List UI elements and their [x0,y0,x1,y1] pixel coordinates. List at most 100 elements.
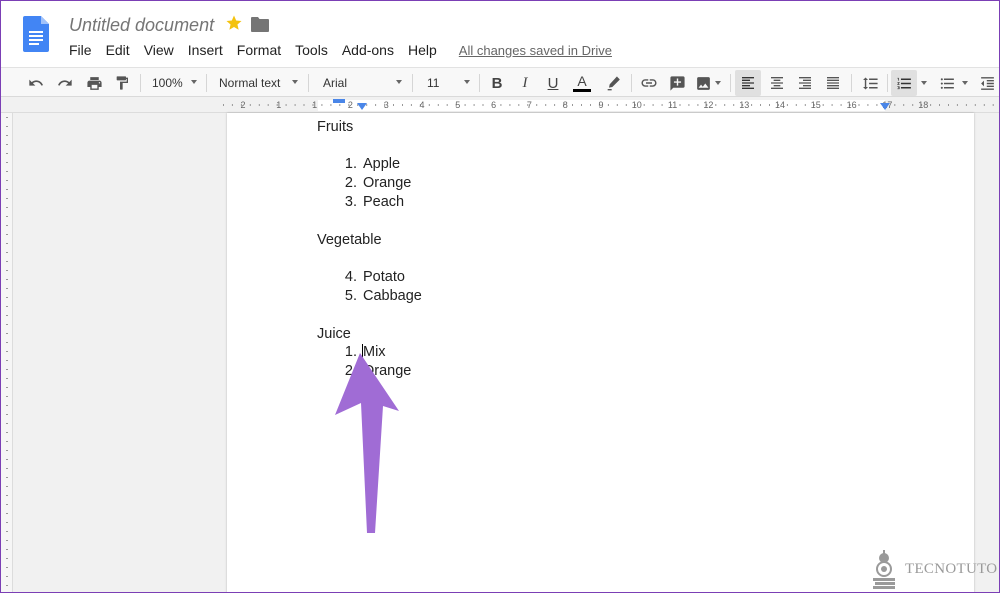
toolbar-divider [887,74,888,92]
section-heading-fruits[interactable]: Fruits [317,119,353,135]
chevron-down-icon [962,81,968,85]
list-item-number: 2. [344,175,357,191]
redo-icon [58,79,72,86]
align-right-button[interactable] [794,68,816,98]
list-item[interactable]: Cabbage [363,288,422,304]
ruler-label: 13 [739,100,749,110]
paint-format-button[interactable] [111,68,133,98]
ruler-label: 4 [419,100,424,110]
menu-view[interactable]: View [144,42,174,58]
justify-button[interactable] [822,68,844,98]
ruler-label: 1 [312,100,317,110]
style-value: Normal text [219,76,281,90]
chevron-down-icon [191,80,197,84]
zoom-value: 100% [152,76,183,90]
font-select[interactable]: Arial [323,68,402,98]
list-item[interactable]: Peach [363,194,404,210]
font-value: Arial [323,76,348,90]
horizontal-ruler[interactable]: 21123456789101112131415161718 [1,97,999,113]
save-status-link[interactable]: All changes saved in Drive [459,43,612,58]
line-spacing-icon [862,76,878,90]
menu-addons[interactable]: Add-ons [342,42,394,58]
menu-file[interactable]: File [69,42,92,58]
ruler-label: 10 [632,100,642,110]
highlight-button[interactable] [602,68,624,98]
redo-button[interactable] [54,68,76,98]
toolbar-divider [479,74,480,92]
list-item-number: 5. [344,288,357,304]
menu-format[interactable]: Format [237,42,281,58]
list-item[interactable]: Orange [363,175,411,191]
list-item[interactable]: Potato [363,269,405,285]
menu-edit[interactable]: Edit [106,42,130,58]
toolbar-divider [308,74,309,92]
document-title[interactable]: Untitled document [69,15,214,36]
decrease-indent-button[interactable] [976,68,998,98]
bulleted-list-options[interactable] [959,68,971,98]
font-size-select[interactable]: 11 [427,68,470,98]
line-spacing-button[interactable] [858,68,882,98]
insert-link-button[interactable] [638,68,660,98]
list-item-number: 4. [344,269,357,285]
ruler-label: 18 [918,100,928,110]
tecnotuto-logo-icon [873,550,895,589]
print-button[interactable] [83,68,105,98]
ruler-label: 2 [240,100,245,110]
right-indent-marker-icon[interactable] [880,103,890,111]
insert-comment-button[interactable] [666,68,688,98]
section-heading-vegetable[interactable]: Vegetable [317,232,382,248]
folder-icon[interactable] [251,17,269,32]
watermark-text: TECNOTUTO [905,560,998,577]
align-left-button[interactable] [735,70,761,96]
text-color-swatch [573,89,591,92]
align-justify-icon [827,77,839,89]
first-line-indent-marker-icon[interactable] [333,99,345,107]
list-item-number: 1. [344,156,357,172]
underline-button[interactable]: U [543,68,563,98]
ruler-label: 2 [348,100,353,110]
menu-insert[interactable]: Insert [188,42,223,58]
vertical-ruler[interactable] [1,113,13,592]
ruler-label: 1 [276,100,281,110]
numbered-list-button[interactable] [891,70,917,96]
ruler-label: 3 [384,100,389,110]
chevron-down-icon [396,80,402,84]
star-icon[interactable] [225,14,243,32]
chevron-down-icon [464,80,470,84]
menu-help[interactable]: Help [408,42,437,58]
bold-button[interactable]: B [487,68,507,98]
menu-tools[interactable]: Tools [295,42,328,58]
ruler-label: 9 [598,100,603,110]
list-item-number: 3. [344,194,357,210]
up-arrow-icon [335,353,399,533]
insert-image-button[interactable] [693,68,723,98]
toolbar-divider [412,74,413,92]
ruler-label: 16 [847,100,857,110]
menu-bar: File Edit View Insert Format Tools Add-o… [69,41,612,59]
docs-logo-icon[interactable] [23,16,49,52]
link-icon [641,79,657,87]
toolbar-divider [631,74,632,92]
align-left-icon [742,77,754,89]
chevron-down-icon [715,81,721,85]
zoom-select[interactable]: 100% [152,68,197,98]
chevron-down-icon [292,80,298,84]
vertical-ruler-ticks [6,117,8,586]
bulleted-list-button[interactable] [936,68,958,98]
undo-button[interactable] [25,68,47,98]
style-select[interactable]: Normal text [219,68,298,98]
font-size-value: 11 [427,76,440,90]
ruler-label: 8 [563,100,568,110]
text-color-button[interactable]: A [571,68,593,98]
ruler-label: 6 [491,100,496,110]
align-center-button[interactable] [766,68,788,98]
ruler-label: 14 [775,100,785,110]
highlighter-icon [607,76,620,91]
decrease-indent-icon [980,76,994,90]
section-heading-juice[interactable]: Juice [317,326,351,342]
list-item[interactable]: Apple [363,156,400,172]
numbered-list-options[interactable] [918,68,930,98]
italic-button[interactable]: I [515,68,535,98]
toolbar-divider [206,74,207,92]
left-indent-marker-icon[interactable] [357,103,367,111]
